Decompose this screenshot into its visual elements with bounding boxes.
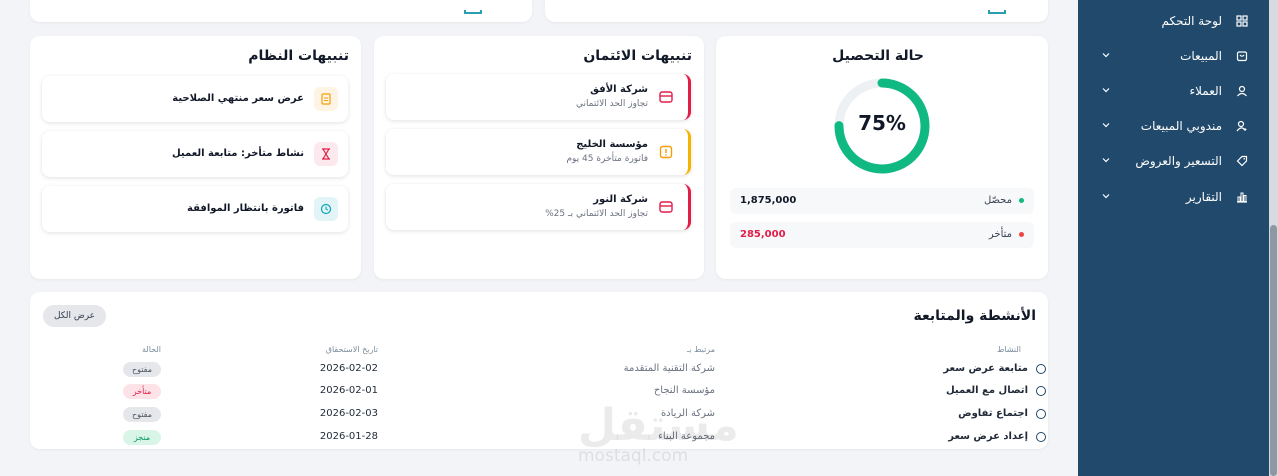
collection-percent: 75%: [858, 111, 906, 135]
activity-name: اتصال مع العميل: [946, 385, 1028, 396]
credit-alert-title: شركة الأفق: [590, 84, 648, 95]
stat-row-collected: محصّل 1,875,000: [730, 188, 1034, 214]
view-all-button[interactable]: عرض الكل: [43, 305, 106, 327]
due-date: 2026-02-01: [319, 385, 378, 396]
system-alert-title: عرض سعر منتهي الصلاحية: [172, 93, 304, 104]
watermark-arabic: مستقل: [578, 400, 739, 451]
related-entity: مؤسسة النجاح: [653, 385, 715, 396]
page-scrollbar[interactable]: [1269, 0, 1278, 476]
system-alerts-card: تنبيهات النظام عرض سعر منتهي الصلاحية نش…: [30, 36, 361, 279]
sidebar-item-dashboard[interactable]: لوحة التحكم: [1100, 6, 1250, 36]
collection-status-card: حالة التحصيل 75% محصّل 1,875,000 متأخر 2…: [716, 36, 1048, 279]
chevron-down-icon: [1100, 84, 1112, 96]
overdue-dot: [1019, 232, 1024, 237]
sidebar-item-reports[interactable]: التقارير: [1100, 182, 1250, 212]
status-badge: مفتوح: [123, 407, 161, 422]
check-circle-icon: [1036, 432, 1046, 442]
credit-alert-item[interactable]: مؤسسة الخليج فاتورة متأخرة 45 يوم: [386, 129, 691, 175]
activities-title: الأنشطة والمتابعة: [913, 308, 1037, 324]
sidebar-item-sales[interactable]: المبيعات: [1100, 41, 1250, 71]
scrollbar-thumb[interactable]: [1270, 225, 1277, 476]
due-date: 2026-01-28: [319, 431, 378, 442]
credit-alert-title: شركة النور: [593, 194, 648, 205]
due-date: 2026-02-03: [319, 408, 378, 419]
bar-chart-icon: [1234, 189, 1250, 205]
system-alert-title: فاتورة بانتظار الموافقة: [187, 203, 304, 214]
grid-icon: [1234, 13, 1250, 29]
collection-title: حالة التحصيل: [832, 48, 924, 64]
credit-alert-item[interactable]: شركة النور تجاوز الحد الائتماني بـ 25%: [386, 184, 691, 230]
watermark-url: mostaql.com: [578, 446, 689, 466]
status-badge: متأخر: [123, 384, 161, 399]
credit-alerts-card: تنبيهات الائتمان شركة الأفق تجاوز الحد ا…: [374, 36, 704, 279]
chevron-down-icon: [1100, 119, 1112, 131]
sidebar-item-label: المبيعات: [1180, 49, 1222, 63]
cart-icon: [1234, 48, 1250, 64]
collected-label: محصّل: [983, 195, 1012, 206]
chevron-down-icon: [1100, 49, 1112, 61]
system-alert-item[interactable]: فاتورة بانتظار الموافقة: [42, 186, 348, 232]
sidebar-item-pricing[interactable]: التسعير والعروض: [1100, 146, 1250, 176]
system-alert-title: نشاط متأخر: متابعة العميل: [171, 148, 304, 159]
status-badge: مفتوح: [123, 362, 161, 377]
system-alert-item[interactable]: نشاط متأخر: متابعة العميل: [42, 131, 348, 177]
sidebar-item-label: لوحة التحكم: [1161, 14, 1223, 28]
status-badge: منجز: [123, 430, 161, 445]
credit-alert-sub: تجاوز الحد الائتماني: [575, 99, 648, 109]
collected-value: 1,875,000: [740, 195, 797, 206]
stat-row-overdue: متأخر 285,000: [730, 222, 1034, 248]
top-card-icon: [464, 10, 482, 14]
card-icon: [654, 195, 678, 219]
top-card-right: [545, 0, 1048, 22]
header-related: مرتبط بـ: [686, 345, 715, 354]
activity-name: اجتماع تفاوض: [958, 408, 1028, 419]
clock-icon: [314, 197, 338, 221]
activity-name: إعداد عرض سعر: [948, 431, 1028, 442]
document-icon: [314, 87, 338, 111]
sidebar-item-label: العملاء: [1189, 84, 1222, 98]
sidebar-item-sales-reps[interactable]: مندوبي المبيعات: [1100, 111, 1250, 141]
overdue-label: متأخر: [988, 229, 1012, 240]
sidebar-item-label: التسعير والعروض: [1135, 154, 1222, 168]
related-entity: شركة التقنية المتقدمة: [623, 363, 715, 374]
activity-name: متابعة عرض سعر: [943, 363, 1028, 374]
user-icon: [1234, 83, 1250, 99]
sidebar-item-label: مندوبي المبيعات: [1140, 119, 1222, 133]
tag-icon: [1234, 153, 1250, 169]
credit-alerts-title: تنبيهات الائتمان: [583, 48, 692, 64]
check-circle-icon: [1036, 386, 1046, 396]
sidebar-item-label: التقارير: [1185, 190, 1222, 204]
top-card-left: [30, 0, 532, 22]
sidebar-item-customers[interactable]: العملاء: [1100, 76, 1250, 106]
warning-icon: [654, 140, 678, 164]
check-circle-icon: [1036, 409, 1046, 419]
sidebar: لوحة التحكم المبيعات العملاء مندوبي المب…: [1078, 0, 1278, 476]
collected-dot: [1019, 198, 1024, 203]
check-circle-icon: [1036, 364, 1046, 374]
top-card-icon: [988, 10, 1006, 14]
header-due: تاريخ الاستحقاق: [325, 345, 378, 354]
system-alerts-title: تنبيهات النظام: [248, 48, 349, 64]
card-icon: [654, 85, 678, 109]
activities-card: الأنشطة والمتابعة عرض الكل: [30, 292, 1048, 449]
header-activity: النشاط: [996, 345, 1021, 354]
hourglass-icon: [314, 142, 338, 166]
system-alert-item[interactable]: عرض سعر منتهي الصلاحية: [42, 76, 348, 122]
credit-alert-title: مؤسسة الخليج: [576, 139, 648, 150]
user-add-icon: [1234, 118, 1250, 134]
due-date: 2026-02-02: [319, 363, 378, 374]
credit-alert-sub: فاتورة متأخرة 45 يوم: [566, 154, 648, 164]
chevron-down-icon: [1100, 190, 1112, 202]
overdue-value: 285,000: [740, 229, 786, 240]
credit-alert-item[interactable]: شركة الأفق تجاوز الحد الائتماني: [386, 74, 691, 120]
chevron-down-icon: [1100, 154, 1112, 166]
header-status: الحالة: [142, 345, 161, 354]
credit-alert-sub: تجاوز الحد الائتماني بـ 25%: [545, 209, 648, 219]
